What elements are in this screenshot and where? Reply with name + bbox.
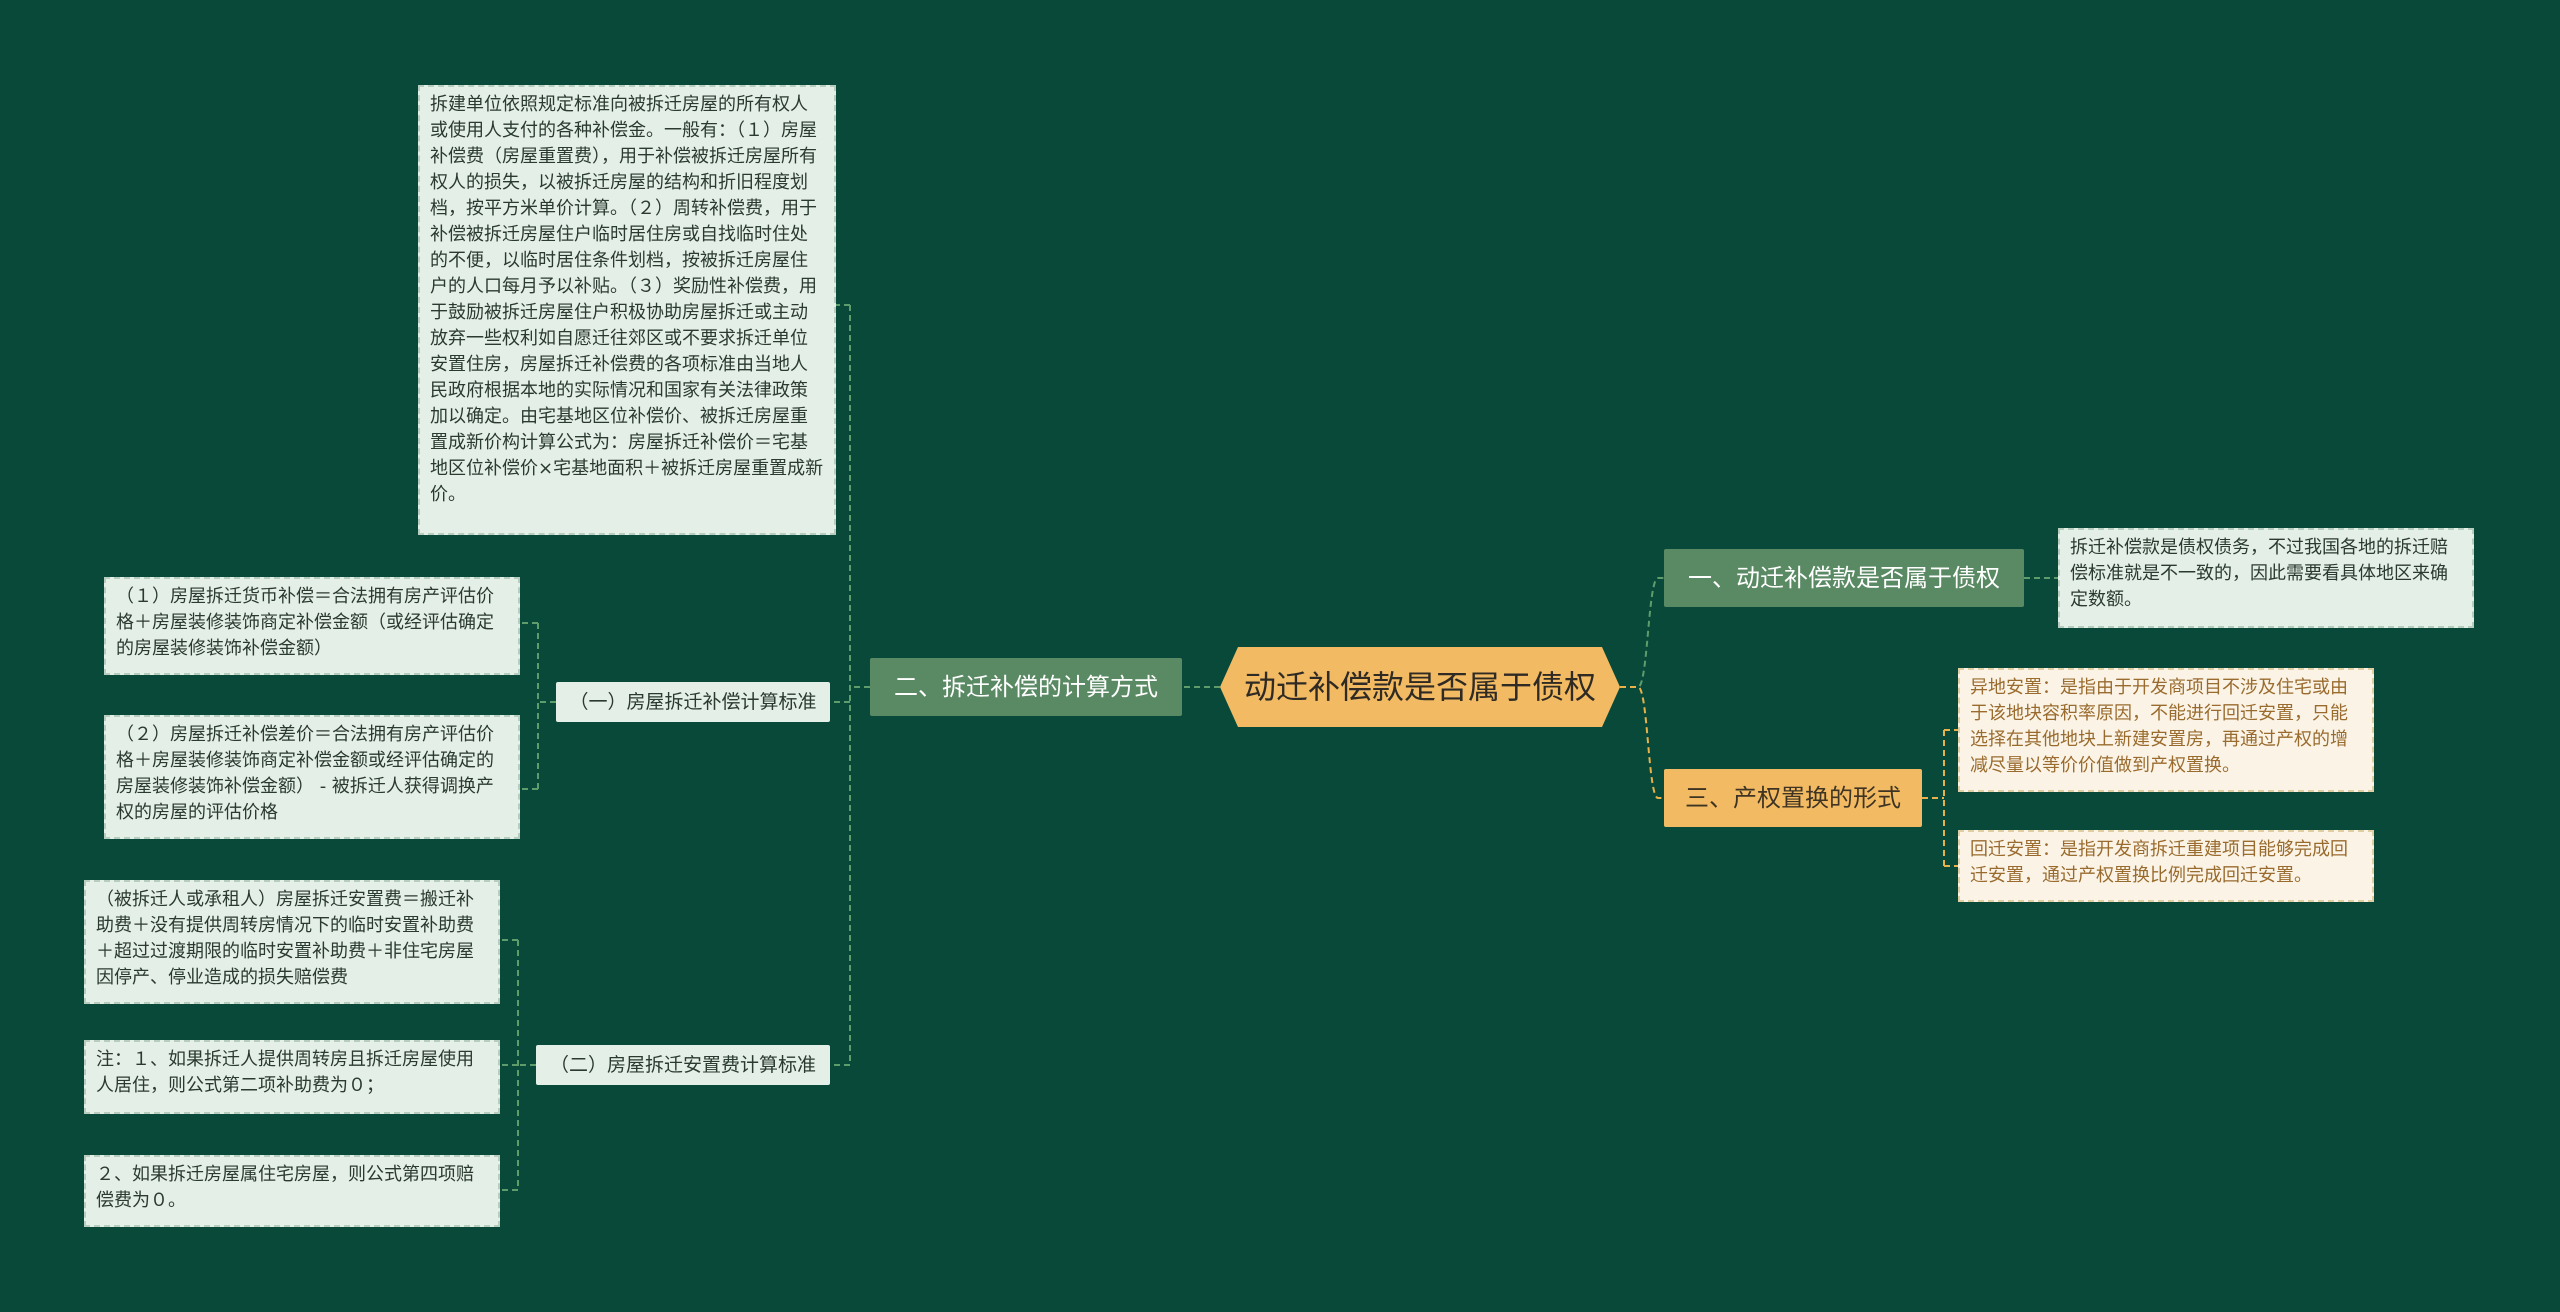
sub-resettlement-standard[interactable]: （二）房屋拆迁安置费计算标准 [536,1045,830,1085]
link-b2-children [830,304,870,1066]
link-s2-leaves [500,939,536,1191]
leaf-monetary-compensation[interactable]: （１）房屋拆迁货币补偿＝合法拥有房产评估价格＋房屋装修装饰商定补偿金额（或经评估… [104,577,520,675]
link-root-b1 [1620,577,1664,688]
leaf-note-1[interactable]: 注：１、如果拆迁人提供周转房且拆迁房屋使用人居住，则公式第二项补助费为０； [84,1040,500,1114]
leaf-resettlement-fee[interactable]: （被拆迁人或承租人）房屋拆迁安置费＝搬迁补助费＋没有提供周转房情况下的临时安置补… [84,880,500,1004]
leaf-compensation-definition[interactable]: 拆建单位依照规定标准向被拆迁房屋的所有权人或使用人支付的各种补偿金。一般有：（１… [418,85,836,535]
link-root-b3 [1620,686,1664,799]
sub-compensation-standard[interactable]: （一）房屋拆迁补偿计算标准 [556,682,830,722]
root-topic[interactable]: 动迁补偿款是否属于债权 [1220,647,1620,727]
leaf-compensation-difference[interactable]: （２）房屋拆迁补偿差价＝合法拥有房产评估价格＋房屋装修装饰商定补偿金额或经评估确… [104,715,520,839]
leaf-note-2[interactable]: ２、如果拆迁房屋属住宅房屋，则公式第四项赔偿费为０。 [84,1155,500,1227]
leaf-offsite-resettlement[interactable]: 异地安置：是指由于开发商项目不涉及住宅或由于该地块容积率原因，不能进行回迁安置，… [1958,668,2374,792]
branch-property-exchange[interactable]: 三、产权置换的形式 [1664,769,1922,827]
link-s1-leaves [520,622,556,790]
leaf-return-resettlement[interactable]: 回迁安置：是指开发商拆迁重建项目能够完成回迁安置，通过产权置换比例完成回迁安置。 [1958,830,2374,902]
link-b3-leaves [1922,729,1958,867]
branch-calculation-method[interactable]: 二、拆迁补偿的计算方式 [870,658,1182,716]
branch-is-debt-claim[interactable]: 一、动迁补偿款是否属于债权 [1664,549,2024,607]
leaf-debt-claim-explanation[interactable]: 拆迁补偿款是债权债务，不过我国各地的拆迁赔偿标准就是不一致的，因此需要看具体地区… [2058,528,2474,628]
